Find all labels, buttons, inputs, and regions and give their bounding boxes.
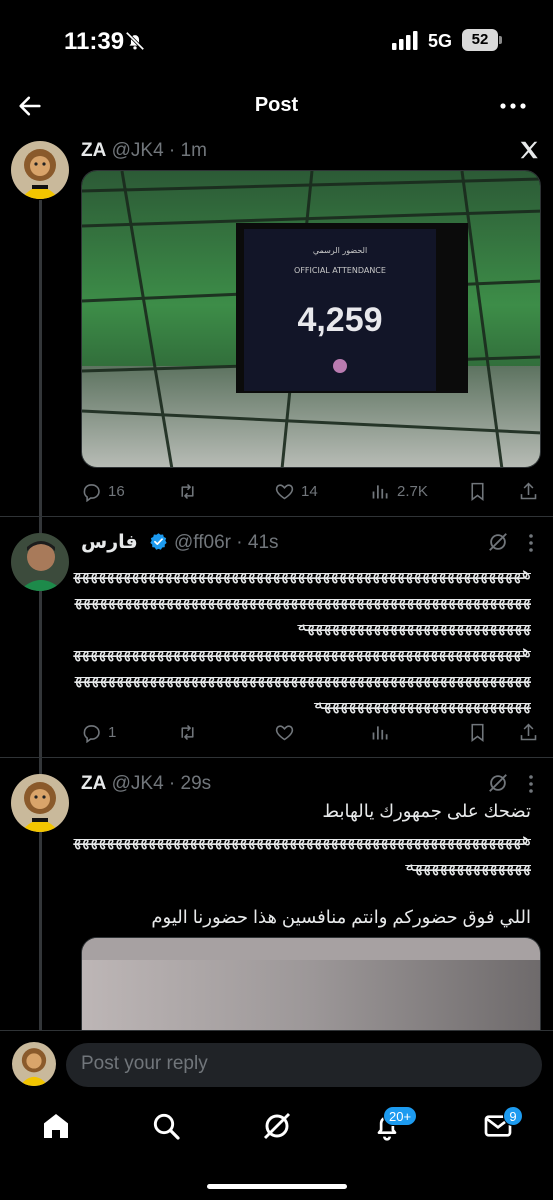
signal-icon [392, 31, 418, 50]
more-options-icon[interactable] [521, 533, 541, 553]
views-button[interactable]: 2.7K [370, 479, 428, 503]
reply-count: 16 [108, 482, 125, 500]
more-icon[interactable] [498, 96, 528, 116]
board-value: 4,259 [297, 301, 382, 339]
avatar-lion-image [11, 141, 69, 199]
views-button[interactable] [370, 720, 391, 744]
display-name[interactable]: ZA [81, 773, 106, 794]
handle[interactable]: @JK4 [112, 140, 164, 161]
bookmark-button[interactable] [467, 720, 488, 744]
grok-icon[interactable] [487, 772, 509, 794]
reply-icon [83, 483, 100, 502]
tweet-header: فارس @ff06r · 41s [81, 532, 279, 553]
board-label-en: OFFICIAL ATTENDANCE [294, 266, 386, 275]
more-options-icon[interactable] [521, 774, 541, 794]
tweet-media-image[interactable]: الحضور الرسمي OFFICIAL ATTENDANCE 4,259 [81, 170, 541, 468]
share-icon [520, 482, 537, 499]
board-label-ar: الحضور الرسمي [313, 246, 367, 255]
tweet-divider [0, 757, 553, 758]
reply-input[interactable]: Post your reply [66, 1043, 542, 1087]
notifications-badge: 20+ [383, 1106, 418, 1126]
verified-badge-icon [150, 533, 167, 550]
reply-button[interactable]: 1 [81, 720, 116, 744]
like-button[interactable]: 14 [274, 479, 318, 503]
avatar-player-photo [11, 533, 69, 591]
search-icon[interactable] [150, 1110, 182, 1142]
views-chart-icon [372, 725, 388, 739]
heart-icon [275, 483, 294, 499]
share-icon [520, 723, 537, 740]
battery-level: 52 [462, 29, 498, 51]
status-bar: 11:39 5G 52 [0, 0, 553, 80]
bell-off-icon [125, 31, 145, 51]
tweet-text-line2: اللي فوق حضوركم وانتم منافسين هذا حضورنا… [151, 907, 531, 927]
repost-button[interactable] [177, 720, 198, 744]
like-count: 14 [301, 482, 318, 500]
battery-icon: 52 [462, 29, 502, 51]
bookmark-icon [471, 723, 484, 742]
timestamp[interactable]: 41s [248, 532, 279, 553]
home-indicator [207, 1184, 347, 1189]
my-avatar[interactable] [12, 1042, 56, 1086]
page-title: Post [254, 94, 299, 116]
tweet-actions: 16 14 2.7K [81, 479, 541, 503]
handle[interactable]: @ff06r [174, 532, 231, 553]
home-icon[interactable] [40, 1110, 72, 1142]
reply-bar: Post your reply [0, 1030, 553, 1096]
avatar[interactable] [11, 774, 69, 832]
bookmark-icon [471, 482, 484, 501]
thread-line [39, 200, 42, 1030]
avatar-lion-image [12, 1042, 56, 1086]
tweet-text-line1: تضحك على جمهورك يالهابط [322, 801, 531, 821]
heart-icon [275, 724, 294, 740]
reply-count: 1 [108, 723, 117, 741]
messages-badge: 9 [503, 1106, 523, 1126]
share-button[interactable] [518, 720, 539, 744]
tweet-divider [0, 516, 553, 517]
grok-icon[interactable] [261, 1110, 293, 1142]
timestamp[interactable]: 1m [181, 140, 207, 161]
avatar-lion-image [11, 774, 69, 832]
bottom-tab-bar: 20+ 9 [0, 1098, 553, 1158]
tweet-actions: 1 [81, 720, 541, 744]
timestamp[interactable]: 29s [181, 773, 212, 794]
tweet-header: ZA @JK4 · 29s [81, 773, 212, 794]
repost-button[interactable] [177, 479, 198, 503]
handle[interactable]: @JK4 [112, 773, 164, 794]
stadium-scoreboard-photo: الحضور الرسمي OFFICIAL ATTENDANCE 4,259 [82, 171, 540, 467]
avatar[interactable] [11, 141, 69, 199]
views-count: 2.7K [397, 482, 428, 500]
grok-icon[interactable] [487, 531, 509, 553]
network-type: 5G [428, 31, 453, 51]
display-name[interactable]: ZA [81, 140, 106, 161]
repost-icon [181, 724, 194, 740]
views-chart-icon [372, 484, 388, 498]
share-button[interactable] [518, 479, 539, 503]
tweet-text-laugh: هههههههههههههههههههههههههههههههههههههههه… [73, 829, 531, 875]
display-name[interactable]: فارس [81, 532, 138, 553]
reply-button[interactable]: 16 [81, 479, 125, 503]
like-button[interactable] [274, 720, 295, 744]
top-header: Post [0, 80, 553, 132]
bookmark-button[interactable] [467, 479, 488, 503]
repost-icon [181, 483, 194, 499]
status-time: 11:39 [64, 28, 125, 55]
x-logo-icon[interactable] [518, 139, 540, 161]
avatar[interactable] [11, 533, 69, 591]
tweet-header: ZA @JK4 · 1m [81, 140, 207, 161]
tweet-text: هههههههههههههههههههههههههههههههههههههههه… [73, 563, 531, 713]
reply-icon [83, 724, 100, 743]
